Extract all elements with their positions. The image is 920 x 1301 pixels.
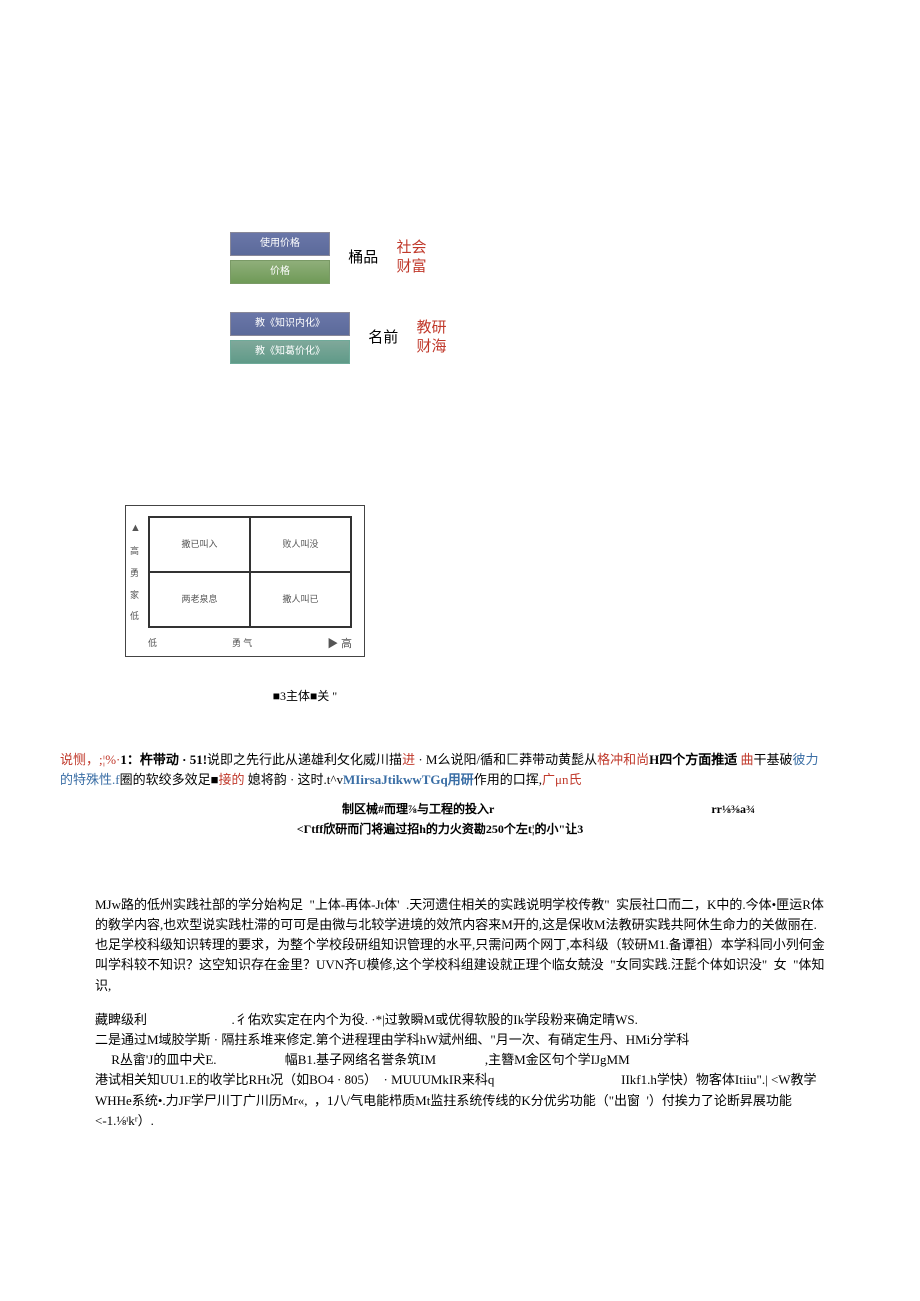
quadrant-diagram: ▲ 高 勇 家 低 撒已叫入 败人叫没 两老泉息 撒人叫已 低 勇 气 ▶ 高 … — [125, 505, 365, 705]
x-axis: 低 勇 气 ▶ 高 — [148, 636, 352, 653]
value-pair-2: 教《知识内化》 教《知葛价化》 名前 教研财海 — [230, 310, 477, 366]
paragraph-2: MJw路的低州实践社部的学分始构足 "上体-再体-Jt体' .天河遗住相关的实践… — [95, 895, 825, 996]
badge-knowledge-in: 教《知识内化》 — [230, 312, 350, 336]
paragraph-1c: <Γtff欣研而门将遍过招h的力火资勘250个左t¦的小"让3 — [200, 820, 680, 839]
badge-price-use: 使用价格 — [230, 232, 330, 256]
badge-price: 价格 — [230, 260, 330, 284]
right-label-2: 教研财海 — [417, 319, 477, 358]
quad-cell-tr: 败人叫没 — [250, 517, 351, 572]
badge-knowledge-val: 教《知葛价化》 — [230, 340, 350, 364]
figure-caption: ■3主体■关 " — [245, 687, 365, 705]
y-axis: ▲ 高 勇 家 低 — [130, 516, 141, 628]
paragraph-3: 藏睥级利 .彳佑欢实定在内个为役. ·*|过敦瞬M或优得软股的Ik学段粉来确定晴… — [95, 1010, 825, 1131]
value-pair-1: 使用价格 价格 桶品 社会财富 — [230, 230, 457, 286]
paragraph-1: 说恻，;¦%·1：杵带动 · 51!说即之先行此从递雄利攵化威川描进 · M么说… — [60, 750, 820, 790]
paragraph-1b: 制区械#而理⅞与工程的投入r rr⅛⅜a¾ — [125, 800, 755, 819]
quad-cell-tl: 撒已叫入 — [149, 517, 250, 572]
mid-label-1: 桶品 — [333, 247, 393, 270]
quad-cell-bl: 两老泉息 — [149, 572, 250, 627]
quad-cell-br: 撒人叫已 — [250, 572, 351, 627]
right-label-1: 社会财富 — [397, 239, 457, 278]
mid-label-2: 名前 — [353, 327, 413, 350]
